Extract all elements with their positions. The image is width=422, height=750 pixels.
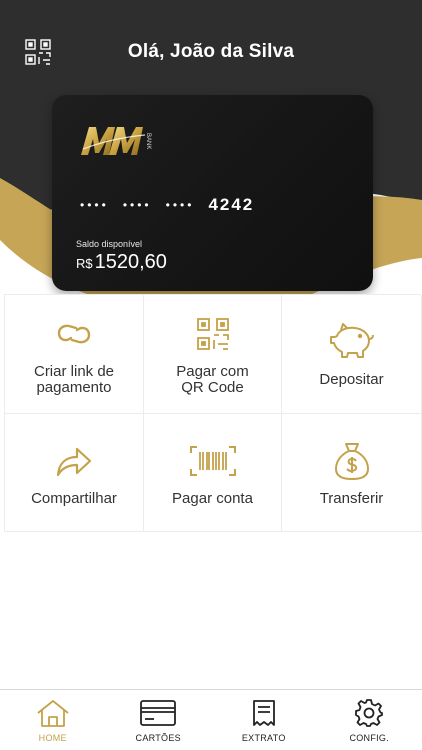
share-arrow-icon xyxy=(55,439,93,483)
piggy-bank-icon xyxy=(329,320,375,364)
currency-symbol: R$ xyxy=(76,256,93,271)
action-label: Depositar xyxy=(319,371,384,388)
nav-home[interactable]: HOME xyxy=(0,690,106,750)
receipt-icon xyxy=(246,699,282,727)
card-last-four: 4242 xyxy=(208,195,255,214)
pay-qr-code-button[interactable]: Pagar com QR Code xyxy=(144,295,282,414)
balance-label: Saldo disponível xyxy=(76,239,143,249)
action-label: Pagar com QR Code xyxy=(176,363,249,396)
qr-code-icon xyxy=(196,312,230,356)
nav-label: CONFIG. xyxy=(349,733,390,743)
card-number-mask: •••• xyxy=(122,198,152,212)
card-number: •••• •••• •••• 4242 xyxy=(80,195,254,215)
nav-cards[interactable]: CARTÕES xyxy=(106,690,212,750)
balance-value: R$ 1520,60 xyxy=(76,251,167,274)
card-number-mask: •••• xyxy=(165,198,195,212)
bank-card[interactable]: BANK •••• •••• •••• 4242 Saldo disponíve… xyxy=(52,95,373,291)
balance-amount: 1520,60 xyxy=(94,251,167,273)
card-number-mask: •••• xyxy=(80,198,109,212)
greeting-title: Olá, João da Silva xyxy=(127,41,295,62)
barcode-icon xyxy=(189,439,237,483)
action-label: Compartilhar xyxy=(31,489,117,507)
action-label: Criar link de pagamento xyxy=(33,363,115,396)
link-icon xyxy=(54,312,94,356)
gear-icon xyxy=(351,699,387,727)
nav-label: CARTÕES xyxy=(135,733,181,743)
home-icon xyxy=(35,699,71,727)
nav-settings[interactable]: CONFIG. xyxy=(317,690,422,750)
nav-label: EXTRATO xyxy=(241,733,286,743)
action-label: Transferir xyxy=(319,489,384,507)
share-button[interactable]: Compartilhar xyxy=(5,414,144,532)
actions-grid: Criar link de pagamento Pagar com QR Cod… xyxy=(4,294,422,532)
mm-bank-logo: BANK xyxy=(79,123,159,163)
pay-bill-button[interactable]: Pagar conta xyxy=(144,414,282,532)
transfer-button[interactable]: Transferir xyxy=(282,414,422,532)
deposit-button[interactable]: Depositar xyxy=(282,295,422,414)
action-label: Pagar conta xyxy=(172,489,253,507)
nav-statement[interactable]: EXTRATO xyxy=(211,690,317,750)
nav-label: HOME xyxy=(38,733,67,743)
create-payment-link-button[interactable]: Criar link de pagamento xyxy=(5,295,144,414)
bottom-nav: HOME CARTÕES EXTRATO CONFIG. xyxy=(0,689,422,750)
card-icon xyxy=(140,699,177,727)
svg-text:BANK: BANK xyxy=(145,133,151,149)
money-bag-icon xyxy=(332,439,372,483)
